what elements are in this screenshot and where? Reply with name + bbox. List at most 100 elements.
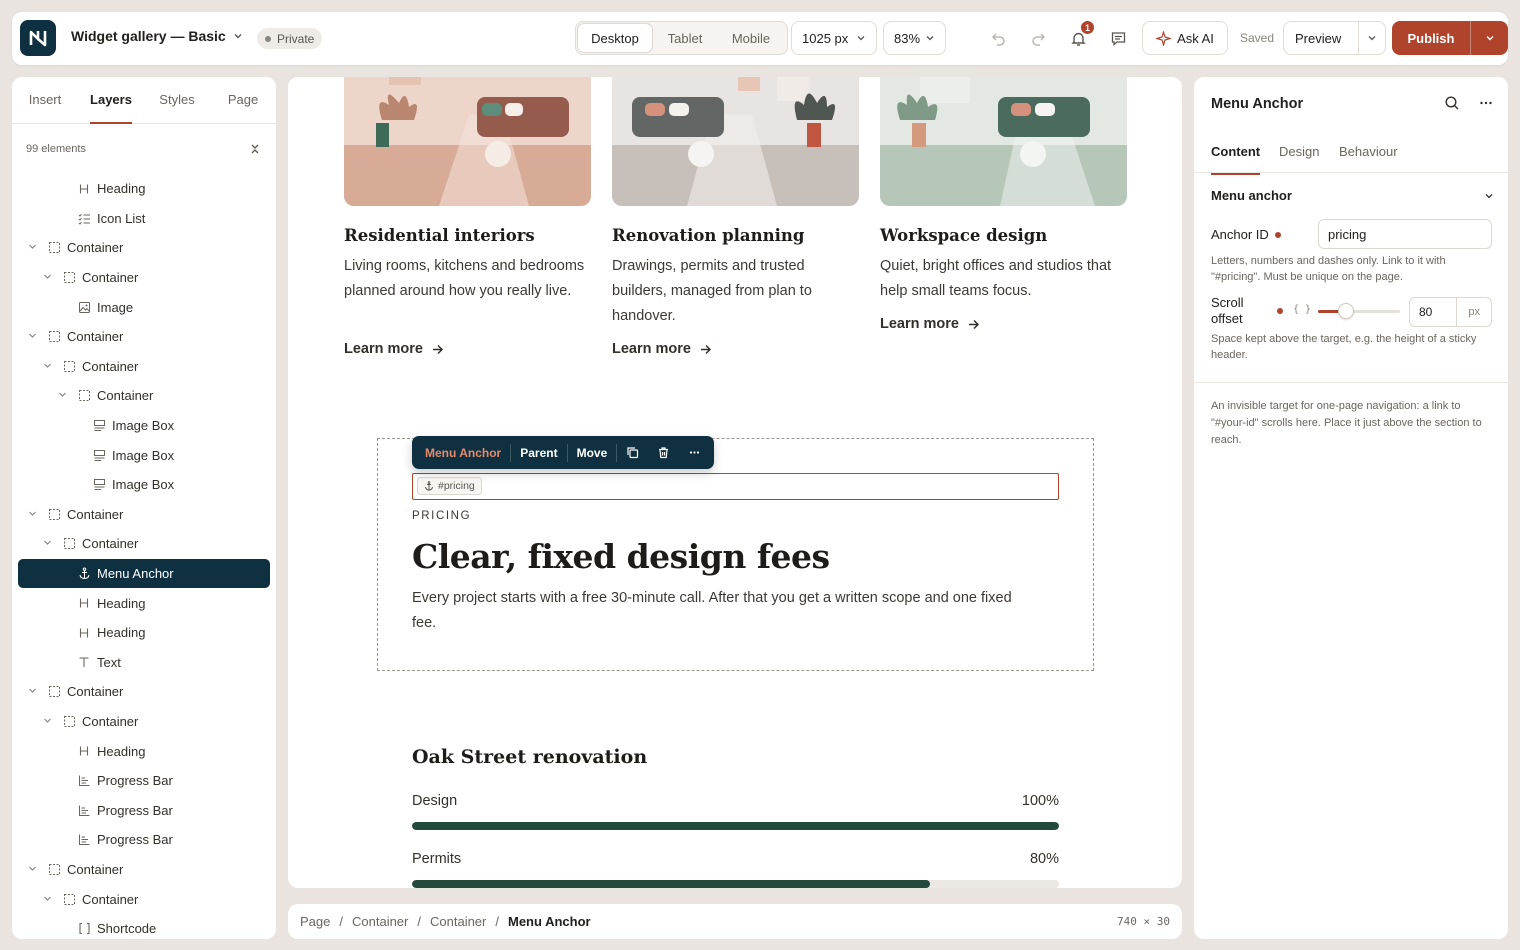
app-logo[interactable] xyxy=(20,20,56,56)
toolbar-move-button[interactable]: Move xyxy=(568,436,617,469)
layer-row[interactable]: Container xyxy=(18,855,270,885)
layer-row[interactable]: Heading xyxy=(18,618,270,648)
layer-row[interactable]: Shortcode xyxy=(18,914,270,939)
inspector-more-button[interactable] xyxy=(1478,95,1494,116)
inspector-search-button[interactable] xyxy=(1444,95,1460,116)
layer-row[interactable]: Image Box xyxy=(18,411,270,441)
preview-button[interactable]: Preview xyxy=(1284,31,1352,46)
comment-icon xyxy=(1111,31,1125,46)
card-image-workspace[interactable] xyxy=(880,77,1127,206)
breadcrumb: Page / Container / Container / Menu Anch… xyxy=(288,904,1182,939)
page-canvas: Residential interiors Living rooms, kitc… xyxy=(288,77,1182,888)
expand-toggle-icon[interactable] xyxy=(41,538,53,549)
layer-label: Menu Anchor xyxy=(97,566,174,582)
layer-row[interactable]: Container xyxy=(18,529,270,559)
dynamic-tags-icon[interactable]: { } xyxy=(1293,304,1311,315)
layer-row[interactable]: Container xyxy=(18,677,270,707)
layer-row[interactable]: Heading xyxy=(18,174,270,204)
layer-row[interactable]: Container xyxy=(18,352,270,382)
tab-design[interactable]: Design xyxy=(1279,144,1319,159)
layer-row[interactable]: Menu Anchor xyxy=(18,558,270,589)
menu-anchor-element[interactable]: #pricing xyxy=(412,473,1059,500)
width-select[interactable]: 1025 px xyxy=(791,21,877,55)
expand-toggle-icon[interactable] xyxy=(41,361,53,372)
privacy-badge[interactable]: Private xyxy=(257,28,323,49)
publish-options-button[interactable] xyxy=(1470,21,1508,55)
toolbar-duplicate-button[interactable] xyxy=(617,436,648,469)
unit-select[interactable]: px xyxy=(1456,298,1491,326)
device-tablet-button[interactable]: Tablet xyxy=(652,24,718,52)
expand-toggle-icon[interactable] xyxy=(26,864,38,875)
layer-row[interactable]: Text xyxy=(18,648,270,678)
expand-toggle-icon[interactable] xyxy=(26,509,38,520)
device-mobile-button[interactable]: Mobile xyxy=(718,24,784,52)
toolbar-more-button[interactable] xyxy=(679,436,710,469)
layer-row[interactable]: Progress Bar xyxy=(18,795,270,825)
device-desktop-button[interactable]: Desktop xyxy=(578,24,652,52)
layer-row[interactable]: Container xyxy=(18,381,270,411)
zoom-select[interactable]: 83% xyxy=(883,21,946,55)
layer-label: Container xyxy=(67,684,124,700)
expand-toggle-icon[interactable] xyxy=(41,272,53,283)
redo-button[interactable] xyxy=(1025,25,1051,51)
toolbar-delete-button[interactable] xyxy=(648,436,679,469)
breadcrumb-item-container[interactable]: Container xyxy=(430,914,486,929)
preview-options-button[interactable] xyxy=(1358,22,1385,54)
layer-row[interactable]: Progress Bar xyxy=(18,766,270,796)
expand-toggle-icon[interactable] xyxy=(41,894,53,905)
layer-row[interactable]: Container xyxy=(18,707,270,737)
layer-row[interactable]: Heading xyxy=(18,736,270,766)
expand-toggle-icon[interactable] xyxy=(26,331,38,342)
breadcrumb-item-container[interactable]: Container xyxy=(352,914,408,929)
scroll-offset-input[interactable]: 80 xyxy=(1410,305,1456,319)
tab-behaviour[interactable]: Behaviour xyxy=(1339,144,1398,159)
tab-layers[interactable]: Layers xyxy=(78,77,144,124)
redo-icon xyxy=(1031,32,1045,46)
privacy-label: Private xyxy=(277,31,315,46)
layer-row[interactable]: Image xyxy=(18,292,270,322)
expand-toggle-icon[interactable] xyxy=(56,390,68,401)
layer-row[interactable]: Image Box xyxy=(18,470,270,500)
tab-insert[interactable]: Insert xyxy=(12,77,78,123)
card-image-renovation[interactable] xyxy=(612,77,859,206)
layer-row[interactable]: Container xyxy=(18,233,270,263)
publish-button[interactable]: Publish xyxy=(1392,31,1470,46)
undo-button[interactable] xyxy=(985,25,1011,51)
card-image-residential[interactable] xyxy=(344,77,591,206)
learn-more-label: Learn more xyxy=(612,341,691,357)
expand-toggle-icon[interactable] xyxy=(26,242,38,253)
toolbar-parent-button[interactable]: Parent xyxy=(511,436,566,469)
layer-row[interactable]: Icon List xyxy=(18,204,270,234)
expand-toggle-icon[interactable] xyxy=(41,716,53,727)
expand-toggle-icon[interactable] xyxy=(26,686,38,697)
learn-more-link-2[interactable]: Learn more xyxy=(612,341,712,357)
layer-label: Container xyxy=(82,891,139,907)
toolbar-element-name[interactable]: Menu Anchor xyxy=(416,436,510,469)
container-icon xyxy=(47,685,61,699)
layer-row[interactable]: Container xyxy=(18,884,270,914)
image-icon xyxy=(77,300,91,314)
layer-row[interactable]: Progress Bar xyxy=(18,825,270,855)
section-menu-anchor[interactable]: Menu anchor xyxy=(1211,188,1495,203)
layer-row[interactable]: Image Box xyxy=(18,440,270,470)
learn-more-link-1[interactable]: Learn more xyxy=(344,341,444,357)
tab-page[interactable]: Page xyxy=(210,77,276,123)
layer-row[interactable]: Heading xyxy=(18,588,270,618)
anchor-id-input[interactable]: pricing xyxy=(1318,219,1492,249)
ask-ai-button[interactable]: Ask AI xyxy=(1142,21,1228,55)
progress-fill xyxy=(412,822,1059,830)
tab-content[interactable]: Content xyxy=(1211,144,1260,159)
project-heading: Oak Street renovation xyxy=(412,746,648,768)
comments-button[interactable] xyxy=(1105,25,1131,51)
document-title[interactable]: Widget gallery — Basic xyxy=(71,28,244,44)
notifications-button[interactable]: 1 xyxy=(1065,20,1095,51)
slider-handle[interactable] xyxy=(1337,303,1354,319)
scroll-offset-slider[interactable] xyxy=(1318,303,1400,319)
breadcrumb-item-page[interactable]: Page xyxy=(300,914,330,929)
learn-more-link-3[interactable]: Learn more xyxy=(880,316,980,332)
collapse-all-icon[interactable] xyxy=(248,142,262,156)
layer-row[interactable]: Container xyxy=(18,322,270,352)
tab-styles[interactable]: Styles xyxy=(144,77,210,123)
layer-row[interactable]: Container xyxy=(18,500,270,530)
layer-row[interactable]: Container xyxy=(18,263,270,293)
